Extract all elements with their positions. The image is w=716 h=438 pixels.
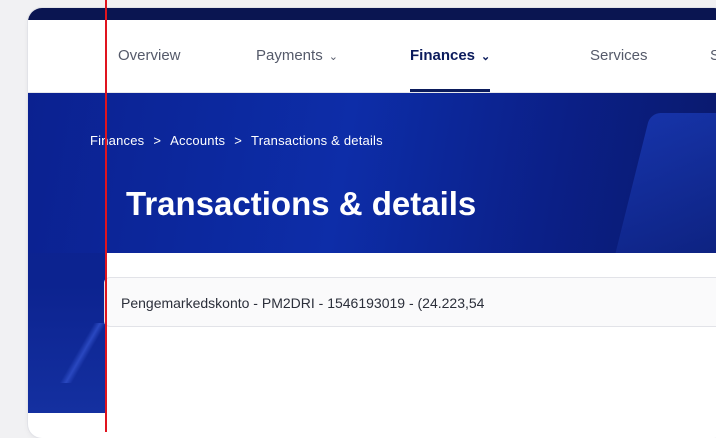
nav-item-payments[interactable]: Payments ⌄ xyxy=(256,20,338,92)
chevron-down-icon: ⌄ xyxy=(328,51,338,63)
nav-item-finances[interactable]: Finances ⌄ xyxy=(410,20,491,92)
breadcrumb-separator: > xyxy=(234,133,243,148)
top-brand-bar xyxy=(28,8,716,20)
nav-item-services[interactable]: Services xyxy=(590,20,648,92)
nav-item-label: S xyxy=(710,47,716,64)
nav-item-label: Overview xyxy=(118,47,181,64)
breadcrumb: Finances > Accounts > Transactions & details xyxy=(90,133,383,148)
app-window: Overview Payments ⌄ Finances ⌄ Services S … xyxy=(28,8,716,438)
breadcrumb-finances[interactable]: Finances xyxy=(90,133,144,148)
nav-item-label: Payments xyxy=(256,47,323,64)
chevron-down-icon: ⌄ xyxy=(481,51,491,63)
breadcrumb-accounts[interactable]: Accounts xyxy=(170,133,225,148)
page-hero: Finances > Accounts > Transactions & details… xyxy=(28,93,716,253)
breadcrumb-separator: > xyxy=(153,133,162,148)
nav-item-more[interactable]: S xyxy=(710,20,716,92)
account-select-value: Pengemarkedskonto - PM2DRI - 1546193019 … xyxy=(121,295,485,311)
decorative-shape xyxy=(605,113,716,253)
annotation-marker-line xyxy=(105,0,107,432)
account-select[interactable]: Pengemarkedskonto - PM2DRI - 1546193019 … xyxy=(104,277,716,327)
decorative-shape xyxy=(38,323,106,383)
nav-item-overview[interactable]: Overview xyxy=(118,20,181,92)
nav-item-label: Services xyxy=(590,47,648,64)
main-nav: Overview Payments ⌄ Finances ⌄ Services S xyxy=(28,20,716,93)
breadcrumb-current: Transactions & details xyxy=(251,133,383,148)
page-title: Transactions & details xyxy=(126,185,477,222)
nav-item-label: Finances xyxy=(410,47,476,64)
